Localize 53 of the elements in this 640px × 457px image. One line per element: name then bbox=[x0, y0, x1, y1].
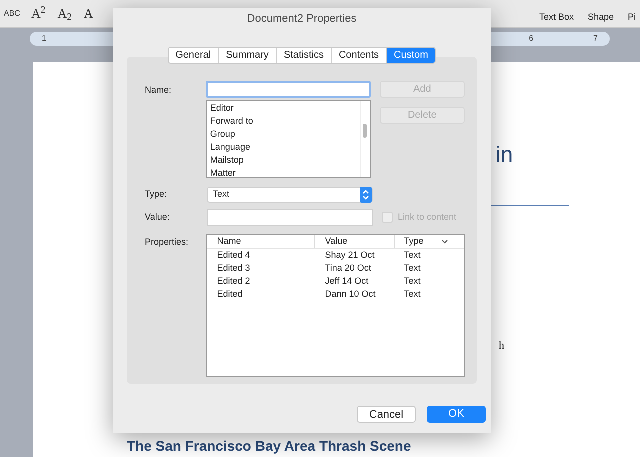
ruler-number: 7 bbox=[594, 33, 598, 45]
tab[interactable]: Contents bbox=[330, 48, 386, 63]
tab[interactable]: General bbox=[168, 48, 218, 63]
field-label: Name: bbox=[145, 84, 173, 97]
format-button[interactable]: A$^{2}$ bbox=[28, 4, 49, 24]
table-cell-text: Text bbox=[403, 262, 422, 275]
name-list[interactable]: Editor Forward to Group Language Mailstop Matter bbox=[206, 100, 371, 178]
table-cell-text: Text bbox=[403, 274, 422, 288]
scrollbar[interactable] bbox=[360, 101, 370, 177]
field-label: Properties: bbox=[145, 236, 190, 249]
heading-text: in bbox=[496, 141, 514, 169]
table-cell-text: Tina 20 Oct bbox=[324, 262, 372, 275]
ruler-number: 1 bbox=[42, 33, 46, 45]
value-input[interactable] bbox=[207, 209, 373, 226]
chevron-down-icon bbox=[442, 240, 448, 244]
table-cell-text: Shay 21 Oct bbox=[324, 248, 376, 262]
table-cell-text: Edited 3 bbox=[216, 262, 252, 275]
column-header[interactable]: Type bbox=[395, 234, 464, 248]
dialog-button[interactable]: OK bbox=[427, 406, 486, 423]
insert-button[interactable]: Text Box bbox=[535, 0, 578, 26]
heading-text: The San Francisco Bay Area Thrash Scene bbox=[127, 437, 412, 456]
field-label: Type: bbox=[145, 188, 168, 202]
body-text: h bbox=[499, 339, 504, 354]
list-item[interactable]: Group bbox=[210, 128, 360, 141]
list-item[interactable]: Language bbox=[210, 141, 360, 154]
field-label: Value: bbox=[145, 210, 171, 224]
table-cell-text: Edited 4 bbox=[216, 248, 252, 262]
list-item[interactable]: Editor bbox=[210, 102, 360, 115]
dialog-button[interactable]: Cancel bbox=[357, 406, 416, 423]
list-item[interactable]: Forward to bbox=[210, 115, 360, 128]
insert-button[interactable]: Pi bbox=[624, 0, 640, 26]
table-cell-text: Text bbox=[403, 288, 422, 301]
tab[interactable]: Custom bbox=[386, 48, 436, 63]
column-header[interactable]: Value bbox=[315, 234, 396, 248]
table-cell-text: Jeff 14 Oct bbox=[324, 274, 370, 288]
insert-button[interactable]: Shape bbox=[584, 0, 618, 26]
tab[interactable]: Summary bbox=[218, 48, 276, 63]
format-button[interactable]: A$_{2}$ bbox=[54, 4, 75, 24]
table-cell-text: Edited bbox=[216, 288, 244, 301]
window-title: Document2 Properties bbox=[247, 12, 357, 27]
type-select[interactable]: Text bbox=[207, 187, 373, 203]
table-cell-text: Dann 10 Oct bbox=[324, 288, 377, 301]
list-item[interactable]: Mailstop bbox=[210, 154, 360, 167]
list-item[interactable]: Matter bbox=[210, 167, 360, 180]
tab[interactable]: Statistics bbox=[276, 48, 331, 63]
stepper-icon bbox=[360, 187, 372, 203]
format-button[interactable]: ABC bbox=[2, 4, 22, 24]
column-header[interactable]: Name bbox=[207, 234, 316, 248]
format-button[interactable]: A bbox=[80, 4, 96, 24]
ruler-number: 6 bbox=[529, 33, 534, 45]
table-cell-text: Text bbox=[403, 248, 422, 262]
table-cell-text: Edited 2 bbox=[216, 274, 252, 288]
name-input[interactable] bbox=[206, 81, 371, 98]
